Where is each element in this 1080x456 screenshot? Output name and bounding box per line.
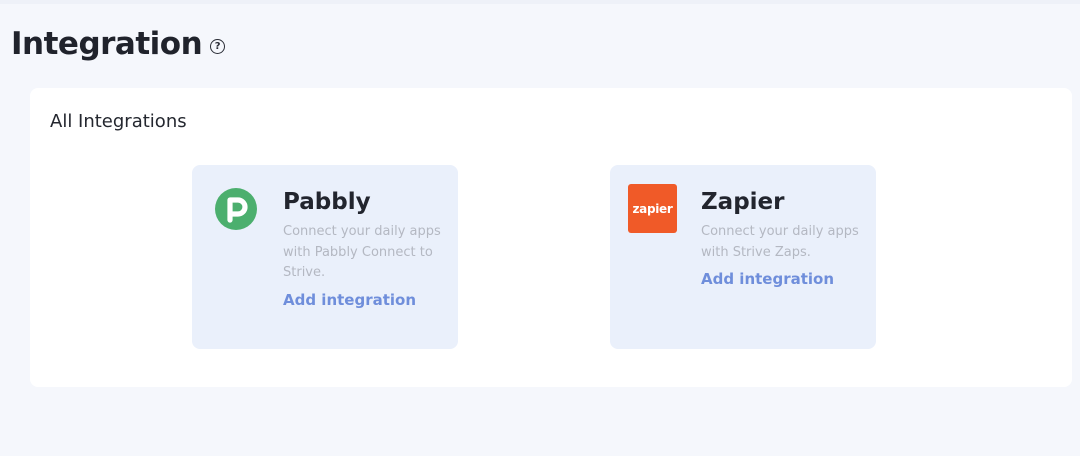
integrations-panel: All Integrations Pabbly Connect your dai… [30,88,1072,387]
add-integration-pabbly-link[interactable]: Add integration [283,291,416,309]
integration-card-zapier: zapier Zapier Connect your daily apps wi… [610,165,876,349]
pabbly-card-body: Pabbly Connect your daily apps with Pabb… [283,187,443,309]
pabbly-logo-svg [215,188,257,230]
add-integration-zapier-link[interactable]: Add integration [701,270,834,288]
page-title: Integration [11,26,203,62]
zapier-logo-wordmark: zapier [628,184,677,233]
integration-description: Connect your daily apps with Strive Zaps… [701,224,859,260]
page-header: Integration ? [11,26,226,62]
panel-title: All Integrations [50,111,187,132]
top-strip [0,0,1080,4]
integration-card-pabbly: Pabbly Connect your daily apps with Pabb… [192,165,458,349]
integration-name: Zapier [701,189,785,215]
integration-description: Connect your daily apps with Pabbly Conn… [283,224,441,280]
zapier-logo-icon: zapier [628,184,678,233]
integration-name: Pabbly [283,189,371,215]
pabbly-logo-icon [212,185,260,233]
zapier-card-body: Zapier Connect your daily apps with Stri… [701,187,861,288]
help-icon[interactable]: ? [210,38,226,54]
